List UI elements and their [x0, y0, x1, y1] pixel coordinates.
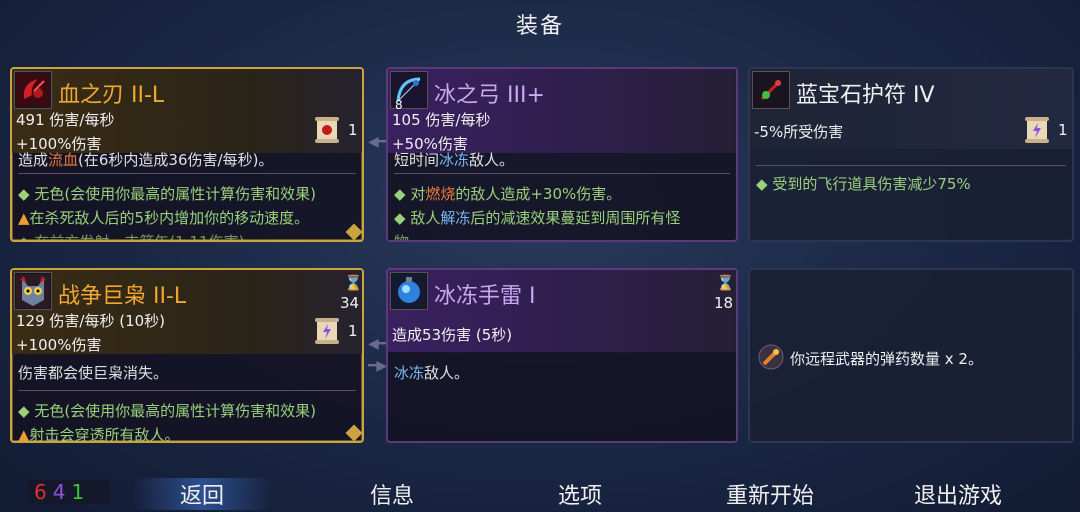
amulet-icon — [752, 71, 790, 109]
scroll-stat-counts: 641 — [28, 480, 110, 504]
skill-card-war-owl[interactable]: 战争巨枭 II-L ⌛ 34 129 伤害/每秒 (10秒) +100%伤害 1… — [10, 268, 364, 443]
ammo-icon — [756, 342, 786, 372]
menu-restart-button[interactable]: 重新开始 — [700, 478, 840, 510]
weapon-name: 冰之弓 III+ — [434, 83, 545, 108]
cooldown-timer: 18 — [714, 294, 734, 312]
menu-quit-button[interactable]: 退出游戏 — [888, 478, 1028, 510]
desc-text: 敌人。 — [469, 151, 515, 169]
desc-text: 在前方发射一支箭矢(1.11伤害) — [34, 233, 245, 242]
card-header: 战争巨枭 II-L ⌛ 34 129 伤害/每秒 (10秒) +100%伤害 1 — [12, 270, 362, 354]
desc-text: 受到的飞行道具伤害减少75% — [772, 175, 971, 193]
desc-ammo: 你远程武器的弹药数量 x 2。 — [790, 350, 983, 368]
divider — [394, 173, 730, 174]
desc-text: 无色(会使用你最高的属性计算伤害和效果) — [34, 402, 317, 420]
bleed-keyword: 流血 — [48, 151, 79, 169]
desc-text: 在杀死敌人后的5秒内增加你的移动速度。 — [29, 209, 310, 227]
skill-name: 冰冻手雷 I — [434, 284, 536, 309]
skill-damage-bonus: +100%伤害 — [16, 336, 102, 354]
weapon-card-blood-blade[interactable]: 血之刃 II-L 491 伤害/每秒 +100%伤害 1 造成流血(在6秒内造成… — [10, 67, 364, 242]
skill-dps: 129 伤害/每秒 (10秒) — [16, 312, 166, 330]
desc-arrow: ◆ 在前方发射一支箭矢(1.11伤害) — [18, 231, 245, 242]
amulet-name: 蓝宝石护符 IV — [796, 83, 935, 108]
swap-arrow-icon: ━▶ — [368, 358, 388, 374]
desc-colorless: ◆ 无色(会使用你最高的属性计算伤害和效果) — [18, 185, 317, 203]
swap-arrow-icon: ◀━ — [368, 336, 388, 352]
card-header: 蓝宝石护符 IV -5%所受伤害 1 — [750, 69, 1072, 149]
hourglass-icon: ⌛ — [344, 274, 363, 292]
ice-bow-icon: 8 — [390, 71, 428, 112]
survival-count: 1 — [71, 480, 91, 504]
desc-text: 造成 — [18, 151, 49, 169]
desc-burning: ◆ 对燃烧的敌人造成+30%伤害。 — [394, 185, 622, 203]
desc-text: 敌人。 — [424, 364, 470, 382]
divider — [18, 173, 356, 174]
amulet-card-sapphire[interactable]: 蓝宝石护符 IV -5%所受伤害 1 ◆ 受到的飞行道具伤害减少75% — [748, 67, 1074, 242]
cooldown-timer: 34 — [340, 294, 360, 312]
mutation-scroll-icon[interactable] — [314, 316, 340, 346]
desc-text: 敌人 — [410, 209, 441, 227]
desc-text: 无色(会使用你最高的属性计算伤害和效果) — [34, 185, 317, 203]
weapon-card-ice-bow[interactable]: 8 冰之弓 III+ 105 伤害/每秒 +50%伤害 短时间冰冻敌人。 ◆ 对… — [386, 67, 738, 242]
scroll-count: 1 — [1058, 121, 1068, 139]
desc-projectile-reduction: ◆ 受到的飞行道具伤害减少75% — [756, 175, 971, 193]
brutality-count: 6 — [34, 480, 53, 504]
desc-text: 物。 — [394, 233, 425, 242]
menu-back-button[interactable]: 返回 — [132, 478, 272, 510]
amulet-stat: -5%所受伤害 — [754, 123, 844, 141]
menu-info-button[interactable]: 信息 — [322, 478, 462, 510]
weapon-dps: 105 伤害/每秒 — [392, 111, 491, 129]
swap-arrow-icon: ◀━ — [368, 134, 388, 150]
desc-owl-vanish: 伤害都会使巨枭消失。 — [18, 364, 169, 382]
divider — [756, 165, 1066, 166]
scroll-count: 1 — [348, 121, 358, 139]
desc-text: 的敌人造成+30%伤害。 — [455, 185, 622, 203]
blood-blade-icon — [14, 71, 52, 109]
desc-text: 后的减速效果蔓延到周围所有怪 — [470, 209, 681, 227]
ice-grenade-icon — [390, 272, 428, 310]
skill-card-ice-grenade[interactable]: 冰冻手雷 I ⌛ 18 造成53伤害 (5秒) 冰冻敌人。 — [386, 268, 738, 443]
weapon-dps: 491 伤害/每秒 — [16, 111, 115, 129]
passive-card-ammo[interactable]: 你远程武器的弹药数量 x 2。 — [748, 268, 1074, 443]
desc-freeze: 冰冻敌人。 — [394, 362, 469, 383]
desc-continuation: 物。 — [394, 231, 425, 242]
divider — [18, 390, 356, 391]
desc-colorless: ◆ 无色(会使用你最高的属性计算伤害和效果) — [18, 402, 317, 420]
desc-speed: ▲在杀死敌人后的5秒内增加你的移动速度。 — [18, 209, 310, 227]
weapon-name: 血之刃 II-L — [58, 83, 165, 108]
mutation-scroll-icon[interactable] — [1024, 115, 1050, 145]
card-header: 冰冻手雷 I ⌛ 18 造成53伤害 (5秒) — [388, 270, 736, 352]
card-header: 血之刃 II-L 491 伤害/每秒 +100%伤害 1 — [12, 69, 362, 153]
desc-pierce: ▲射击会穿透所有敌人。 — [18, 426, 180, 443]
desc-bleed: 造成流血(在6秒内造成36伤害/每秒)。 — [18, 149, 273, 170]
menu-options-button[interactable]: 选项 — [510, 478, 650, 510]
skill-damage: 造成53伤害 (5秒) — [392, 326, 513, 344]
skill-name: 战争巨枭 II-L — [58, 284, 187, 309]
desc-thaw: ◆ 敌人解冻后的减速效果蔓延到周围所有怪 — [394, 209, 681, 227]
desc-text: 对 — [410, 185, 426, 203]
desc-text: 射击会穿透所有敌人。 — [29, 426, 180, 443]
desc-text: 短时间 — [394, 151, 440, 169]
desc-freeze: 短时间冰冻敌人。 — [394, 149, 514, 170]
card-header: 8 冰之弓 III+ 105 伤害/每秒 +50%伤害 — [388, 69, 736, 153]
screen-title: 装备 — [515, 14, 564, 39]
tactics-count: 4 — [52, 480, 72, 504]
burn-keyword: 燃烧 — [425, 185, 456, 203]
desc-text: (在6秒内造成36伤害/每秒)。 — [78, 151, 274, 169]
freeze-keyword: 冰冻 — [394, 364, 425, 382]
war-owl-icon — [14, 272, 52, 310]
corner-ornament — [345, 223, 362, 240]
hourglass-icon: ⌛ — [716, 274, 735, 292]
scroll-count: 1 — [348, 322, 358, 340]
mutation-scroll-icon[interactable] — [314, 115, 340, 145]
corner-ornament — [345, 424, 362, 441]
freeze-keyword: 冰冻 — [439, 151, 470, 169]
thaw-keyword: 解冻 — [440, 209, 471, 227]
